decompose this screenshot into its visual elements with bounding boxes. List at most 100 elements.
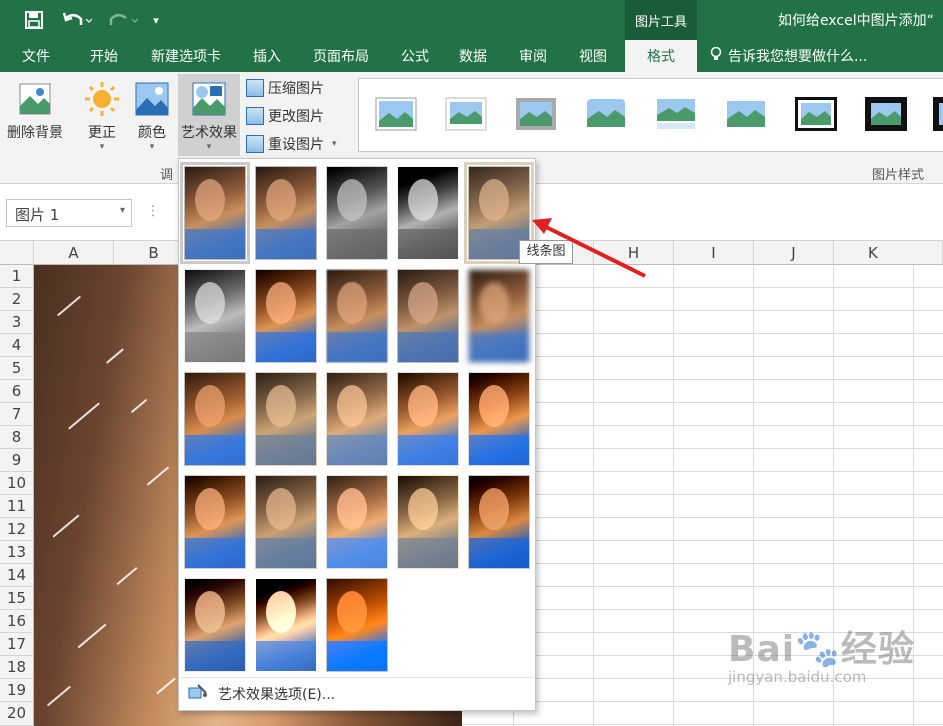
watermark-brand: Bai <box>728 629 796 670</box>
tab-view[interactable]: 视图 <box>566 40 620 72</box>
tab-insert[interactable]: 插入 <box>240 40 294 72</box>
effect-glow-edges[interactable] <box>326 578 388 672</box>
row-header[interactable]: 20 <box>0 702 34 726</box>
effect-crisscross-etching[interactable] <box>326 475 388 569</box>
row-header[interactable]: 18 <box>0 656 34 679</box>
customize-qat-icon[interactable]: ▾ <box>148 8 164 32</box>
remove-background-button[interactable]: 删除背景 <box>2 74 68 152</box>
change-picture-button[interactable]: 更改图片 <box>246 104 324 128</box>
row-header[interactable]: 9 <box>0 449 34 472</box>
name-box-value: 图片 1 <box>15 206 60 224</box>
picture-style-8[interactable] <box>865 97 907 131</box>
effect-photocopy[interactable] <box>255 578 317 672</box>
compress-pictures-button[interactable]: 压缩图片 <box>246 76 324 100</box>
reset-picture-button[interactable]: 重设图片 ▾ <box>246 132 337 156</box>
effect-pencil-grayscale[interactable] <box>326 166 388 260</box>
row-header[interactable]: 6 <box>0 380 34 403</box>
col-header-i[interactable]: I <box>674 241 754 265</box>
row-header[interactable]: 3 <box>0 311 34 334</box>
col-header-j[interactable]: J <box>754 241 834 265</box>
effect-watercolor-sponge[interactable] <box>255 372 317 466</box>
chevron-down-icon: ▾ <box>99 142 105 152</box>
picture-style-4[interactable] <box>585 97 627 131</box>
effect-cement[interactable] <box>184 475 246 569</box>
picture-style-3[interactable] <box>515 97 557 131</box>
row-header[interactable]: 4 <box>0 334 34 357</box>
effect-paint-strokes[interactable] <box>255 269 317 363</box>
row-header[interactable]: 1 <box>0 265 34 288</box>
save-icon[interactable] <box>20 8 48 32</box>
name-box[interactable]: 图片 1 ▾ <box>6 199 132 227</box>
remove-background-icon <box>16 80 54 118</box>
picture-style-9[interactable] <box>933 97 943 131</box>
picture-style-2[interactable] <box>445 97 487 131</box>
row-header[interactable]: 15 <box>0 587 34 610</box>
effect-none[interactable] <box>180 162 250 264</box>
effect-glass[interactable] <box>468 372 530 466</box>
color-button[interactable]: 颜色 ▾ <box>130 74 174 152</box>
effect-mosaic-bubbles[interactable] <box>397 372 459 466</box>
undo-icon[interactable] <box>58 8 96 32</box>
row-header[interactable]: 5 <box>0 357 34 380</box>
tab-home[interactable]: 开始 <box>76 40 132 72</box>
row-header[interactable]: 12 <box>0 518 34 541</box>
row-header[interactable]: 10 <box>0 472 34 495</box>
tab-new[interactable]: 新建选项卡 <box>140 40 232 72</box>
artistic-effects-icon <box>190 80 228 118</box>
picture-tools-context: 图片工具 <box>625 0 697 40</box>
chevron-down-icon: ▾ <box>206 142 212 152</box>
ribbon-tab-bar: 文件 开始 新建选项卡 插入 页面布局 公式 数据 审阅 视图 格式 告诉我您想… <box>0 40 943 72</box>
color-label: 颜色 <box>138 125 166 141</box>
picture-style-6[interactable] <box>725 97 767 131</box>
row-header[interactable]: 14 <box>0 564 34 587</box>
effect-pencil-sketch[interactable] <box>397 166 459 260</box>
red-arrow-annotation <box>532 218 646 278</box>
effect-light-screen[interactable] <box>184 372 246 466</box>
picture-style-1[interactable] <box>375 97 417 131</box>
corrections-button[interactable]: 更正 ▾ <box>80 74 124 152</box>
row-header[interactable]: 17 <box>0 633 34 656</box>
redo-icon[interactable] <box>104 8 142 32</box>
reset-picture-icon <box>246 135 264 153</box>
picture-style-7[interactable] <box>795 97 837 131</box>
row-header[interactable]: 13 <box>0 541 34 564</box>
effect-plastic-wrap[interactable] <box>468 475 530 569</box>
chevron-down-icon: ▾ <box>332 139 337 149</box>
tab-review[interactable]: 审阅 <box>506 40 560 72</box>
effect-pastels-smooth[interactable] <box>397 475 459 569</box>
row-header[interactable]: 19 <box>0 679 34 702</box>
col-header-k[interactable]: K <box>834 241 943 265</box>
change-label: 更改图片 <box>268 109 324 125</box>
artistic-options-icon <box>188 683 208 705</box>
effect-blur[interactable] <box>468 269 530 363</box>
select-all-corner[interactable] <box>0 241 34 265</box>
effect-paint-brush[interactable] <box>326 269 388 363</box>
effect-texturizer[interactable] <box>255 475 317 569</box>
row-header[interactable]: 7 <box>0 403 34 426</box>
effect-cutout[interactable] <box>184 578 246 672</box>
tab-format[interactable]: 格式 <box>625 40 697 72</box>
watermark-brand2: 经验 <box>840 629 915 670</box>
artistic-effects-label: 艺术效果 <box>181 125 237 141</box>
tab-data[interactable]: 数据 <box>446 40 500 72</box>
picture-style-5[interactable] <box>655 97 697 131</box>
picture-styles-gallery <box>358 78 943 152</box>
artistic-effects-gallery: 艺术效果选项(E)... <box>178 158 536 711</box>
effect-glow-diffused[interactable] <box>397 269 459 363</box>
effect-film-grain[interactable] <box>326 372 388 466</box>
row-header[interactable]: 16 <box>0 610 34 633</box>
effect-chalk-sketch[interactable] <box>184 269 246 363</box>
tell-me-box[interactable]: 告诉我您想要做什么... <box>710 40 890 72</box>
tab-file[interactable]: 文件 <box>8 40 64 72</box>
artistic-effects-options[interactable]: 艺术效果选项(E)... <box>180 677 534 709</box>
row-header[interactable]: 2 <box>0 288 34 311</box>
col-header-a[interactable]: A <box>34 241 114 265</box>
tell-me-text: 告诉我您想要做什么... <box>728 49 868 65</box>
tab-formulas[interactable]: 公式 <box>388 40 442 72</box>
tab-page-layout[interactable]: 页面布局 <box>302 40 380 72</box>
artistic-effects-button[interactable]: 艺术效果 ▾ <box>178 74 240 156</box>
row-header[interactable]: 8 <box>0 426 34 449</box>
effect-marker[interactable] <box>255 166 317 260</box>
row-header[interactable]: 11 <box>0 495 34 518</box>
chevron-down-icon: ▾ <box>149 142 155 152</box>
